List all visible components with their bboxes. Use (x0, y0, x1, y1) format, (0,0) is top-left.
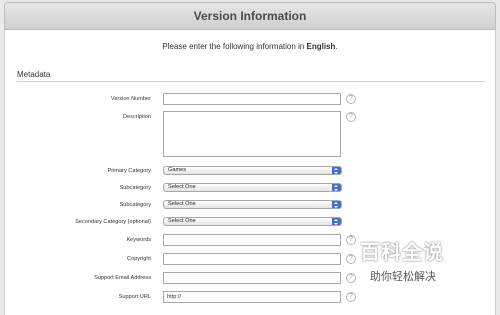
intro-text: Please enter the following information i… (5, 42, 495, 51)
version-number-input[interactable] (163, 93, 341, 105)
subcategory-2-value: Select One (168, 201, 196, 207)
section-title-metadata: Metadata (17, 70, 51, 79)
subcategory-2-select[interactable]: Select One (163, 200, 342, 209)
question-circle-icon[interactable]: ? (346, 292, 356, 302)
subcategory-1-value: Select One (168, 184, 196, 190)
page-title: Version Information (4, 2, 496, 30)
keywords-input[interactable] (163, 234, 341, 246)
intro-language: English (306, 42, 336, 51)
support-url-input[interactable]: http:// (163, 291, 341, 303)
support-url-label: Support URL (118, 294, 151, 300)
secondary-category-select[interactable]: Select One (163, 217, 342, 226)
question-circle-icon[interactable]: ? (346, 254, 356, 264)
watermark-logo: 百科全说 助你轻松解决 (360, 236, 470, 296)
primary-category-select[interactable]: Games (163, 166, 342, 175)
primary-category-value: Games (168, 167, 187, 173)
description-textarea[interactable] (163, 111, 341, 157)
watermark-subtitle: 助你轻松解决 (370, 271, 436, 283)
primary-category-label: Primary Category (107, 168, 151, 174)
updown-arrows-icon (332, 201, 341, 208)
support-email-label: Support Email Address (94, 275, 151, 281)
subcategory-1-select[interactable]: Select One (163, 183, 342, 192)
section-divider (17, 81, 485, 82)
subcategory-2-label: Subcategory (119, 202, 151, 208)
keywords-label: Keywords (126, 237, 151, 243)
watermark-title: 百科全说 (360, 242, 444, 264)
updown-arrows-icon (332, 184, 341, 191)
secondary-category-label: Secondary Category (optional) (75, 219, 151, 225)
secondary-category-value: Select One (168, 218, 196, 224)
intro-text-end: . (335, 42, 338, 51)
question-circle-icon[interactable]: ? (346, 112, 356, 122)
subcategory-1-label: Subcategory (119, 185, 151, 191)
version-info-window: Version Information Please enter the fol… (0, 0, 500, 315)
version-number-label: Version Number (110, 96, 151, 102)
copyright-label: Copyright (127, 256, 151, 262)
intro-text-start: Please enter the following information i… (162, 42, 307, 51)
updown-arrows-icon (332, 167, 341, 174)
updown-arrows-icon (332, 218, 341, 225)
description-label: Description (123, 114, 151, 120)
copyright-input[interactable] (163, 253, 341, 265)
question-circle-icon[interactable]: ? (346, 235, 356, 245)
question-circle-icon[interactable]: ? (346, 273, 356, 283)
support-email-input[interactable] (163, 272, 341, 284)
question-circle-icon[interactable]: ? (346, 94, 356, 104)
